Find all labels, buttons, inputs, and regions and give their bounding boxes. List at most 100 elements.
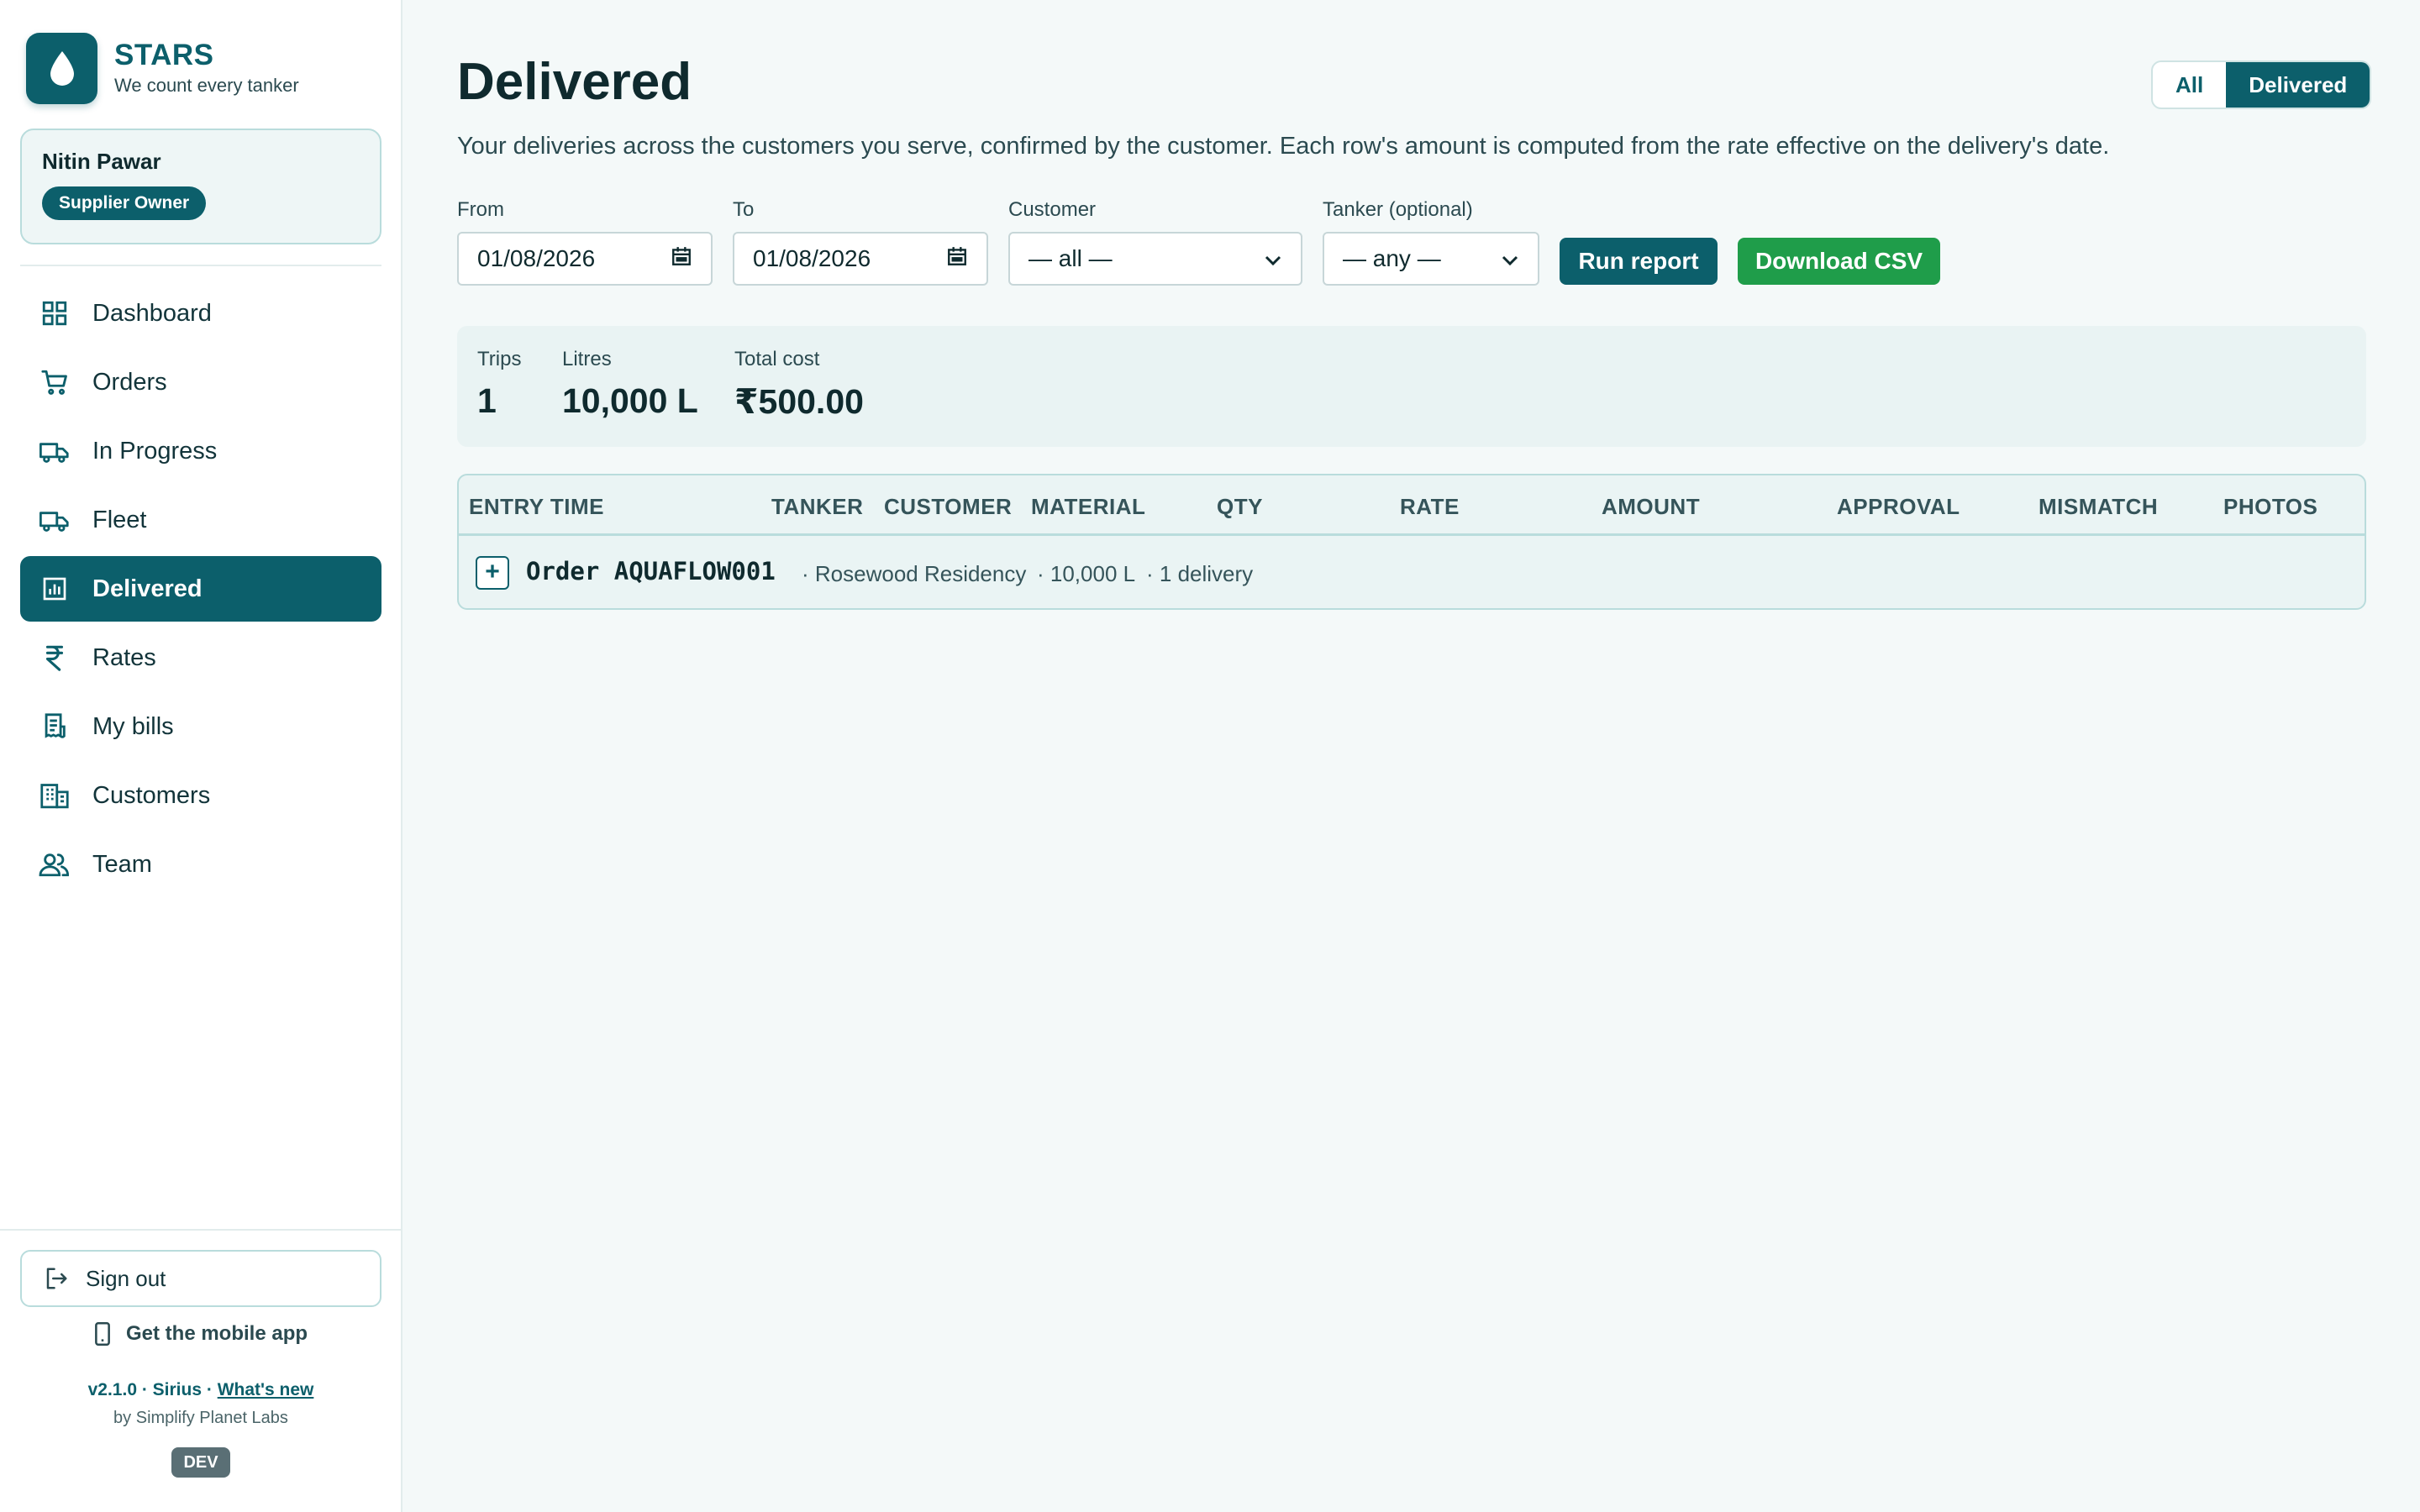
expand-button[interactable]: + bbox=[476, 556, 509, 590]
user-name: Nitin Pawar bbox=[42, 149, 161, 174]
from-label: From bbox=[457, 198, 504, 221]
column-header-material[interactable]: MATERIAL bbox=[1031, 494, 1145, 520]
user-card: Nitin Pawar Supplier Owner bbox=[20, 129, 381, 244]
to-date-input[interactable]: 01/08/2026 bbox=[733, 232, 988, 286]
sidebar-item-delivered[interactable]: Delivered bbox=[20, 556, 381, 622]
run-report-button[interactable]: Run report bbox=[1560, 238, 1718, 285]
byline: by Simplify Planet Labs bbox=[113, 1409, 288, 1427]
sign-out-icon bbox=[44, 1266, 69, 1291]
brand-tagline: We count every tanker bbox=[114, 74, 299, 96]
phone-icon bbox=[94, 1322, 111, 1346]
sidebar-item-label: Orders bbox=[92, 368, 167, 396]
table-header: ENTRY TIME TANKER CUSTOMER MATERIAL QTY … bbox=[459, 475, 2365, 536]
sidebar-item-label: Dashboard bbox=[92, 299, 212, 327]
sidebar-item-team[interactable]: Team bbox=[20, 832, 381, 897]
column-header-customer[interactable]: CUSTOMER bbox=[884, 494, 1012, 520]
separator: · bbox=[137, 1380, 153, 1399]
column-header-approval[interactable]: APPROVAL bbox=[1837, 494, 1960, 520]
truck-icon bbox=[39, 504, 71, 536]
sidebar-item-in-progress[interactable]: In Progress bbox=[20, 418, 381, 484]
customer-select[interactable]: — all — bbox=[1008, 232, 1302, 286]
sidebar-item-label: Rates bbox=[92, 643, 156, 671]
sidebar-item-label: Customers bbox=[92, 781, 211, 809]
sidebar-item-label: Team bbox=[92, 850, 152, 878]
chevron-down-icon bbox=[1264, 245, 1282, 272]
divider bbox=[0, 1229, 402, 1231]
column-header-qty[interactable]: QTY bbox=[1217, 494, 1263, 520]
customer-label: Customer bbox=[1008, 198, 1097, 221]
divider bbox=[20, 265, 381, 266]
rupee-icon bbox=[39, 642, 71, 674]
building-icon bbox=[39, 780, 71, 811]
brand[interactable]: STARS We count every tanker bbox=[26, 33, 299, 104]
from-date-value: 01/08/2026 bbox=[477, 245, 596, 271]
bar-chart-icon bbox=[39, 573, 71, 605]
trips-stat: Trips 1 bbox=[477, 348, 521, 421]
trips-label: Trips bbox=[477, 348, 522, 370]
order-group-row[interactable]: + Order AQUAFLOW001 · Rosewood Residency… bbox=[459, 538, 2365, 608]
tanker-label: Tanker (optional) bbox=[1323, 198, 1473, 221]
column-header-mismatch[interactable]: MISMATCH bbox=[2039, 494, 2158, 520]
users-icon bbox=[39, 848, 71, 880]
column-header-entry-time[interactable]: ENTRY TIME bbox=[469, 494, 604, 520]
toggle-all-button[interactable]: All bbox=[2153, 62, 2226, 108]
litres-label: Litres bbox=[562, 348, 612, 370]
total-cost-value: ₹500.00 bbox=[734, 382, 864, 421]
mobile-app-link[interactable]: Get the mobile app bbox=[20, 1322, 381, 1346]
tanker-select-value: — any — bbox=[1343, 245, 1441, 271]
cart-icon bbox=[39, 366, 71, 398]
sidebar-item-rates[interactable]: Rates bbox=[20, 625, 381, 690]
water-drop-icon bbox=[26, 33, 97, 104]
total-cost-label: Total cost bbox=[734, 348, 820, 370]
toggle-delivered-button[interactable]: Delivered bbox=[2226, 62, 2370, 108]
calendar-icon[interactable] bbox=[946, 245, 968, 273]
receipt-icon bbox=[39, 711, 71, 743]
page-subtitle: Your deliveries across the customers you… bbox=[457, 133, 2110, 160]
total-cost-stat: Total cost ₹500.00 bbox=[734, 348, 864, 422]
sidebar-item-label: Fleet bbox=[92, 506, 147, 533]
truck-icon bbox=[39, 435, 71, 467]
deliveries-table: ENTRY TIME TANKER CUSTOMER MATERIAL QTY … bbox=[457, 474, 2366, 610]
litres-value: 10,000 L bbox=[562, 381, 698, 420]
whats-new-link[interactable]: What's new bbox=[218, 1380, 314, 1399]
trips-value: 1 bbox=[477, 381, 497, 420]
order-id: Order AQUAFLOW001 bbox=[526, 557, 776, 585]
role-badge: Supplier Owner bbox=[42, 186, 207, 220]
sidebar-item-label: Delivered bbox=[92, 575, 203, 602]
sidebar-item-orders[interactable]: Orders bbox=[20, 349, 381, 415]
sidebar: STARS We count every tanker Nitin Pawar … bbox=[0, 0, 402, 1512]
column-header-amount[interactable]: AMOUNT bbox=[1602, 494, 1700, 520]
column-header-tanker[interactable]: TANKER bbox=[771, 494, 863, 520]
grid-icon bbox=[39, 297, 71, 329]
calendar-icon[interactable] bbox=[671, 245, 692, 273]
view-toggle: All Delivered bbox=[2151, 60, 2372, 109]
from-date-input[interactable]: 01/08/2026 bbox=[457, 232, 713, 286]
tanker-select[interactable]: — any — bbox=[1323, 232, 1539, 286]
sign-out-button[interactable]: Sign out bbox=[20, 1250, 381, 1307]
sidebar-item-dashboard[interactable]: Dashboard bbox=[20, 281, 381, 346]
sign-out-label: Sign out bbox=[86, 1265, 166, 1291]
env-badge: DEV bbox=[171, 1447, 230, 1478]
summary-panel: Trips 1 Litres 10,000 L Total cost ₹500.… bbox=[457, 326, 2366, 447]
to-label: To bbox=[733, 198, 755, 221]
brand-name: STARS bbox=[114, 39, 214, 72]
to-date-value: 01/08/2026 bbox=[753, 245, 871, 271]
chevron-down-icon bbox=[1501, 245, 1519, 272]
sidebar-item-label: In Progress bbox=[92, 437, 218, 465]
sidebar-item-fleet[interactable]: Fleet bbox=[20, 487, 381, 553]
sidebar-nav: Dashboard Orders In Progress Fleet Deliv… bbox=[20, 281, 381, 900]
release-name: Sirius bbox=[152, 1380, 203, 1399]
column-header-rate[interactable]: RATE bbox=[1400, 494, 1460, 520]
download-csv-button[interactable]: Download CSV bbox=[1738, 238, 1940, 285]
mobile-app-label: Get the mobile app bbox=[125, 1322, 308, 1345]
page-title: Delivered bbox=[457, 53, 692, 111]
version-number: v2.1.0 bbox=[87, 1380, 137, 1399]
sidebar-item-customers[interactable]: Customers bbox=[20, 763, 381, 828]
litres-stat: Litres 10,000 L bbox=[562, 348, 698, 421]
customer-select-value: — all — bbox=[1028, 245, 1113, 271]
version-info: v2.1.0 · Sirius · What's new bbox=[20, 1380, 381, 1400]
column-header-photos[interactable]: PHOTOS bbox=[2223, 494, 2317, 520]
order-delivery-count: · 1 delivery bbox=[1146, 561, 1254, 586]
sidebar-item-my-bills[interactable]: My bills bbox=[20, 694, 381, 759]
separator: · bbox=[202, 1380, 218, 1399]
